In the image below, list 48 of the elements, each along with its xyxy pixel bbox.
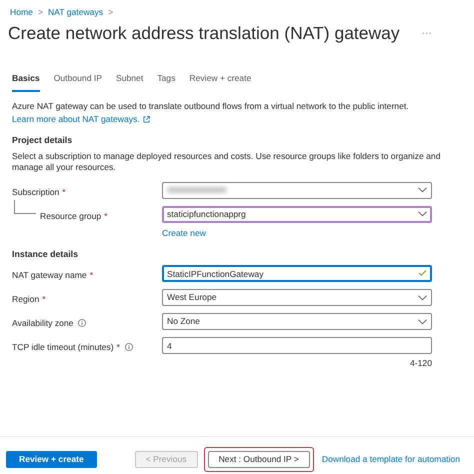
section-heading: Instance details	[12, 248, 80, 261]
tree-connector	[14, 200, 36, 214]
download-template-link[interactable]: Download a template for automation	[322, 453, 460, 466]
dropdown-field[interactable]: West Europe	[162, 289, 432, 306]
tab[interactable]: Outbound IP	[54, 72, 102, 92]
text-field[interactable]: StaticIPFunctionGateway	[162, 265, 432, 282]
required-mark: *	[62, 186, 66, 197]
field-label: NAT gateway name	[12, 270, 87, 280]
field-label: TCP idle timeout (minutes)	[12, 342, 114, 352]
tab[interactable]: Basics	[12, 72, 40, 92]
next-button[interactable]: Next : Outbound IP >	[208, 451, 310, 468]
text-field[interactable]: 4	[162, 337, 432, 354]
page-title: Create network address translation (NAT) gateway	[8, 22, 400, 44]
chevron-down-icon	[418, 187, 427, 194]
intro-text: Azure NAT gateway can be used to translate outbound flows from a virtual network to the public internet.	[12, 100, 410, 113]
tab[interactable]: Tags	[157, 72, 176, 92]
breadcrumb-link[interactable]: NAT gateways	[48, 6, 104, 19]
section-heading: Project details	[12, 134, 74, 147]
blurred-value	[167, 186, 227, 193]
required-mark: *	[104, 210, 108, 221]
review-create-button[interactable]: Review + create	[6, 451, 97, 468]
range-hint: 4-120	[409, 357, 432, 370]
external-link-icon	[142, 116, 150, 123]
learn-more-link[interactable]: Learn more about NAT gateways.	[12, 112, 140, 126]
field-label: Subscription	[12, 186, 60, 197]
field-label: Availability zone	[12, 318, 74, 328]
breadcrumb-separator: >	[108, 6, 114, 19]
dropdown-field[interactable]	[162, 182, 432, 199]
breadcrumb-link[interactable]: Home	[10, 6, 33, 19]
section-description: Select a subscription to manage deployed resources and costs. Use resource groups like folders to organize and manage all your resources.	[12, 150, 442, 174]
more-menu[interactable]: ···	[422, 26, 432, 41]
checkmark-icon	[418, 270, 427, 276]
info-icon[interactable]	[78, 319, 86, 328]
tab[interactable]: Subnet	[116, 72, 144, 92]
chevron-down-icon	[418, 211, 427, 218]
create-new-link[interactable]: Create new	[162, 226, 206, 240]
chevron-down-icon	[418, 294, 427, 301]
breadcrumb-separator: >	[38, 6, 43, 19]
required-mark: *	[116, 342, 120, 352]
required-mark: *	[90, 270, 94, 280]
dropdown-field[interactable]: staticipfunctionapprg	[162, 206, 432, 223]
info-icon[interactable]	[124, 343, 133, 352]
dropdown-field[interactable]: No Zone	[162, 313, 432, 330]
chevron-down-icon	[418, 318, 427, 325]
tab[interactable]: Review + create	[189, 72, 252, 92]
field-label: Region	[12, 294, 40, 304]
field-label: Resource group	[40, 210, 102, 221]
required-mark: *	[42, 294, 46, 304]
